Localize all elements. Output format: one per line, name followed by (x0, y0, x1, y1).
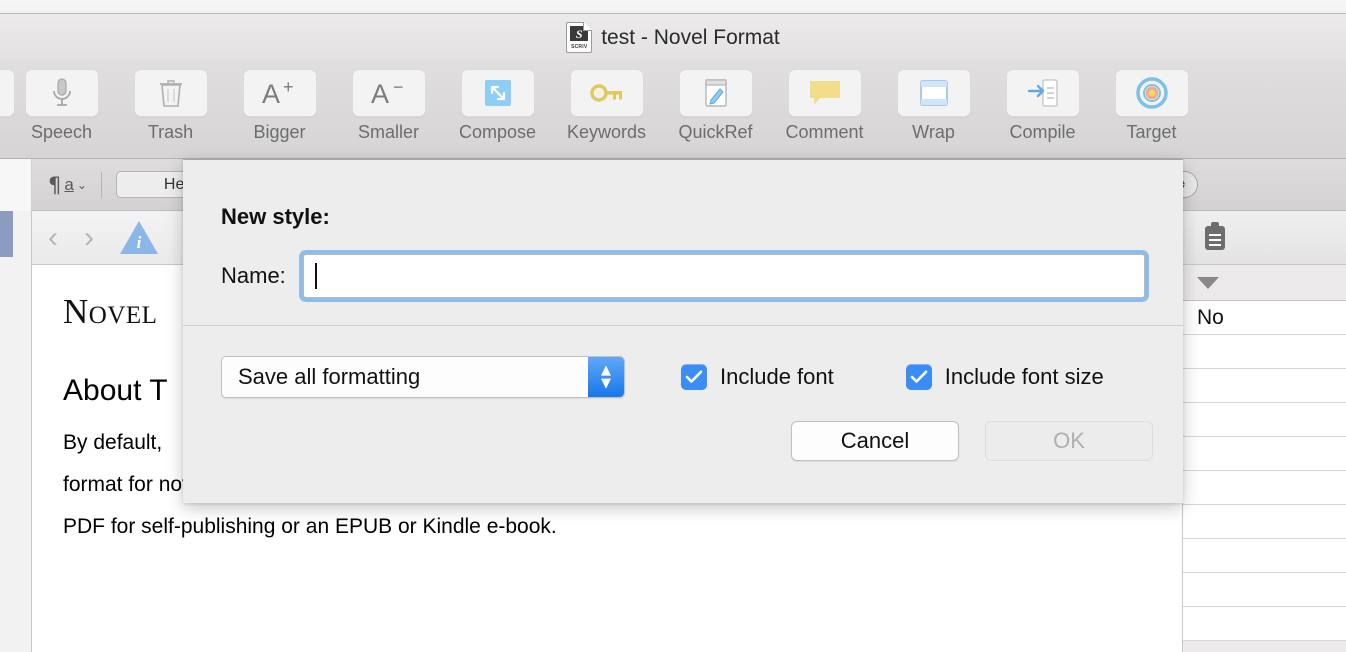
stepper-down-icon: ▼ (601, 376, 611, 391)
microphone-icon (24, 69, 99, 117)
include-font-checkbox-group[interactable]: Include font (681, 364, 834, 390)
inspector-header (1183, 211, 1346, 265)
inspector-row[interactable] (1183, 335, 1346, 369)
inspector-row[interactable] (1183, 573, 1346, 607)
window-title: test - Novel Format (601, 25, 780, 49)
clipboard-notes-icon[interactable] (1205, 221, 1225, 250)
menu-bar-strip (0, 0, 1346, 14)
toolbar-label-keywords: Keywords (566, 122, 647, 142)
toolbar-label-speech: Speech (30, 122, 93, 142)
dialog-divider (183, 325, 1183, 326)
inspector-row[interactable] (1183, 607, 1346, 641)
checkmark-icon (910, 370, 928, 383)
dialog-title: New style: (221, 204, 330, 229)
svg-text:A: A (262, 79, 280, 109)
cancel-button[interactable]: Cancel (791, 421, 959, 461)
paragraph-style-menu[interactable]: ¶ a ⌄ (48, 173, 87, 197)
toolbar-button-trash[interactable]: Trash (116, 61, 225, 143)
document-icon-label: SCRIV (571, 44, 588, 50)
style-a-icon: a (64, 174, 74, 194)
toolbar-button-comment[interactable]: Comment (770, 61, 879, 143)
stepper-up-icon: ▲ (601, 363, 611, 378)
toolbar-label-target: Target (1126, 122, 1177, 142)
inspector-panel: No (1182, 211, 1346, 652)
inspector-section-disclosure-top[interactable] (1183, 265, 1346, 301)
name-field-label: Name: (221, 263, 286, 288)
back-arrow-icon[interactable]: ‹ (48, 221, 58, 255)
inspector-row[interactable] (1183, 539, 1346, 573)
key-icon (569, 69, 644, 117)
info-triangle-icon[interactable]: i (120, 221, 158, 254)
inspector-row[interactable] (1183, 505, 1346, 539)
binder-selected-row[interactable] (0, 211, 13, 257)
inspector-row[interactable] (1183, 437, 1346, 471)
include-font-checkbox[interactable] (681, 364, 707, 390)
svg-text:−: − (393, 77, 404, 97)
quickref-pencil-icon (678, 69, 753, 117)
toolbar-button-smaller[interactable]: A − Smaller (334, 61, 443, 143)
format-bar-gutter (0, 159, 32, 211)
pilcrow-icon: ¶ (48, 172, 62, 197)
comment-bubble-icon (787, 69, 862, 117)
toolbar-button-target[interactable]: Target (1097, 61, 1206, 143)
include-font-size-label: Include font size (944, 364, 1104, 389)
format-bar-divider (100, 171, 102, 198)
svg-text:+: + (283, 77, 294, 97)
compose-fullscreen-icon (460, 69, 535, 117)
include-font-size-checkbox-group[interactable]: Include font size (905, 364, 1104, 390)
inspector-row[interactable] (1183, 471, 1346, 505)
main-toolbar: Sync Speech (0, 61, 1346, 159)
trash-icon (133, 69, 208, 117)
new-style-dialog: New style: Name: Save all formatting ▲ ▼ (183, 159, 1183, 503)
forward-arrow-icon[interactable]: › (84, 221, 94, 255)
toolbar-label-smaller: Smaller (357, 122, 419, 142)
toolbar-button-speech[interactable]: Speech (7, 61, 116, 143)
font-bigger-icon: A + (242, 69, 317, 117)
include-font-size-checkbox[interactable] (905, 364, 932, 390)
scrivener-document-icon: S SCRIV (566, 22, 593, 53)
formatting-scope-value: Save all formatting (238, 364, 421, 389)
checkmark-icon (685, 370, 703, 383)
toolbar-button-quickref[interactable]: QuickRef (661, 61, 770, 143)
scrivener-window: S SCRIV test - Novel Format Sync (0, 0, 1346, 652)
toolbar-label-compose: Compose (458, 122, 537, 142)
toolbar-button-sync[interactable]: Sync (0, 61, 15, 143)
toolbar-label-comment: Comment (785, 122, 864, 142)
binder-sidebar[interactable] (0, 159, 32, 652)
include-font-label: Include font (720, 364, 834, 389)
style-name-input[interactable] (302, 254, 1145, 298)
toolbar-label-compile: Compile (1009, 122, 1076, 142)
toolbar-button-wrap[interactable]: Wrap (879, 61, 988, 143)
chevron-down-icon: ⌄ (76, 177, 87, 192)
toolbar-label-wrap: Wrap (912, 122, 955, 142)
svg-text:A: A (371, 79, 389, 109)
window-title-bar: S SCRIV test - Novel Format (0, 14, 1346, 61)
toolbar-button-keywords[interactable]: Keywords (552, 61, 661, 143)
font-smaller-icon: A − (351, 69, 426, 117)
inspector-section-disclosure-bottom[interactable] (1183, 641, 1346, 652)
toolbar-button-compose[interactable]: Compose (443, 61, 552, 143)
dropdown-stepper-icon[interactable]: ▲ ▼ (588, 357, 624, 397)
compile-arrow-icon (1005, 69, 1080, 117)
inspector-row[interactable] (1183, 403, 1346, 437)
target-bullseye-icon (1114, 69, 1189, 117)
formatting-scope-dropdown[interactable]: Save all formatting ▲ ▼ (221, 356, 625, 398)
toolbar-label-trash: Trash (147, 122, 194, 142)
document-paragraph-line-3: PDF for self-publishing or an EPUB or Ki… (63, 515, 557, 538)
document-icon-letter: S (570, 26, 589, 41)
inspector-row[interactable] (1183, 369, 1346, 403)
paragraph-line-1-head: By default, (63, 431, 163, 454)
wrap-window-icon (896, 69, 971, 117)
toolbar-label-bigger: Bigger (253, 122, 306, 142)
toolbar-label-quickref: QuickRef (678, 122, 753, 142)
inspector-row-first[interactable]: No (1183, 301, 1346, 335)
triangle-down-icon (1197, 276, 1219, 289)
text-caret (314, 263, 317, 289)
ok-button[interactable]: OK (985, 421, 1153, 461)
info-letter: i (136, 233, 142, 252)
toolbar-button-compile[interactable]: Compile (988, 61, 1097, 143)
toolbar-button-bigger[interactable]: A + Bigger (225, 61, 334, 143)
